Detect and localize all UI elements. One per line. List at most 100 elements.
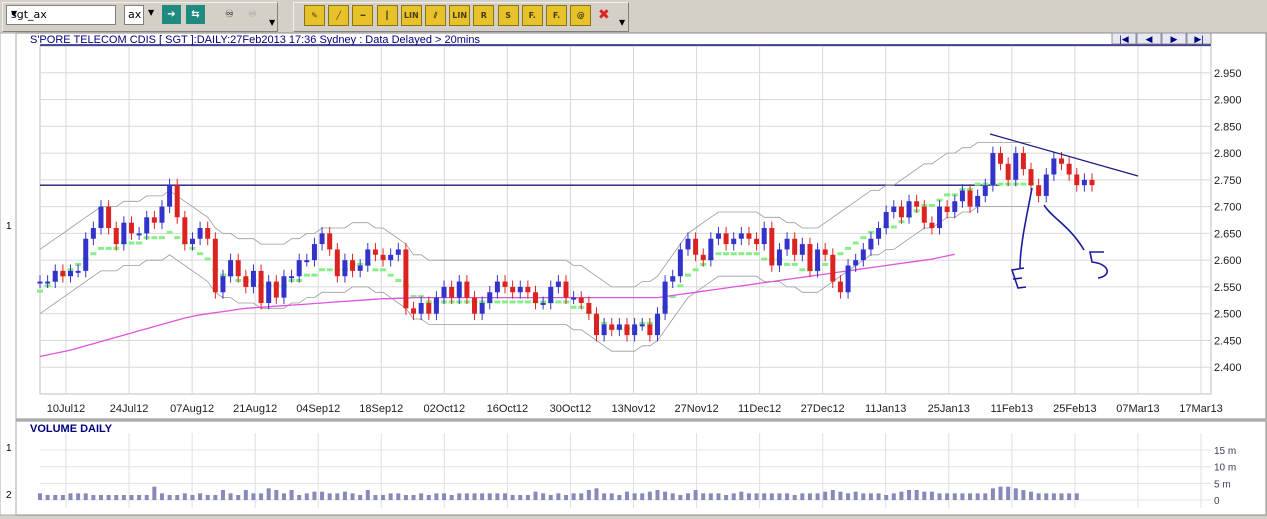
volume-bar: [754, 493, 759, 500]
candle-body: [944, 206, 950, 212]
volume-title: VOLUME DAILY: [30, 423, 113, 435]
nav-prev-icon[interactable]: ◀: [1146, 34, 1153, 44]
volume-bar: [411, 495, 416, 500]
candle-body: [75, 270, 81, 273]
toolbar: sgt_ax ▼ ax ▼ ➔ ⇆ ♾ ♾ ▼ ✎ ╱ ━ ┃ LIN ⫽ LIN R S F. F. @ ✖…: [0, 0, 1267, 32]
y-tick-label: 2.600: [1214, 255, 1242, 267]
volume-bar: [472, 493, 477, 500]
indicator-band-dash: [380, 268, 387, 272]
candle-body: [411, 308, 417, 314]
candle-body: [1005, 163, 1011, 180]
candle-body: [90, 228, 96, 239]
volume-bar: [678, 495, 683, 500]
x-tick-label: 13Nov12: [611, 403, 655, 415]
horizontal-line-tool-icon[interactable]: ━: [352, 5, 374, 26]
candle-body: [754, 238, 760, 245]
candle-body: [67, 270, 73, 277]
indicator-band-dash: [974, 182, 981, 186]
chevron-down-icon[interactable]: ▼: [11, 9, 112, 18]
candle-body: [228, 260, 234, 277]
chevron-down-icon[interactable]: ▼: [619, 18, 625, 27]
indicator-band-dash: [1020, 182, 1027, 186]
candle-body: [845, 265, 851, 293]
x-tick-label: 24Jul12: [110, 403, 149, 415]
indicator-band-dash: [326, 268, 333, 272]
volume-bar: [167, 495, 172, 500]
volume-bar: [320, 491, 325, 500]
volume-panel: [15, 420, 1267, 516]
fib-extension-tool-icon[interactable]: F.: [546, 5, 567, 26]
candle-body: [1059, 158, 1065, 164]
indicator-band-dash: [128, 241, 135, 245]
r-tool-icon[interactable]: R: [473, 5, 495, 26]
volume-bar: [884, 495, 889, 500]
candle-body: [647, 324, 653, 336]
volume-bar: [38, 493, 42, 500]
go-arrow-icon[interactable]: ➔: [162, 5, 181, 24]
candle-body: [868, 238, 874, 250]
trendline-tool-icon[interactable]: ╱: [328, 5, 350, 26]
candle-body: [967, 190, 973, 207]
volume-bar: [617, 495, 622, 500]
nav-next-icon[interactable]: ▶: [1171, 34, 1178, 44]
indicator-band-dash: [197, 252, 204, 256]
indicator-band-dash: [684, 273, 691, 277]
candle-body: [632, 324, 638, 336]
volume-bar: [769, 493, 774, 500]
text-tool-icon[interactable]: @: [570, 5, 592, 26]
volume-bar: [907, 490, 912, 500]
volume-bar: [968, 493, 973, 500]
fib-retracement-tool-icon[interactable]: F.: [521, 5, 543, 26]
candle-body: [784, 238, 790, 250]
indicator-band-dash: [761, 257, 768, 261]
chevron-down-icon[interactable]: ▼: [148, 8, 154, 17]
candle-body: [891, 206, 897, 212]
delete-tool-icon[interactable]: ✖: [594, 5, 613, 24]
volume-bar: [899, 491, 904, 500]
s-tool-icon[interactable]: S: [497, 5, 519, 26]
refresh-arrows-icon[interactable]: ⇆: [186, 5, 205, 24]
candle-body: [167, 185, 173, 207]
volume-bar: [861, 493, 866, 500]
volume-bar: [846, 493, 851, 500]
volume-bar: [914, 490, 919, 500]
volume-bar: [739, 491, 744, 500]
candle-body: [876, 228, 882, 239]
binoculars-disabled-icon[interactable]: ♾: [243, 5, 262, 24]
candle-body: [929, 222, 935, 229]
symbol-select[interactable]: sgt_ax ▼: [6, 5, 116, 25]
volume-bar: [777, 493, 782, 500]
candle-body: [670, 276, 676, 282]
indicator-band-dash: [730, 252, 737, 256]
candle-body: [479, 302, 485, 314]
candle-body: [258, 270, 264, 303]
price-chart-area[interactable]: 2.400 2.450 2.500 2.550 2.600 2.650 2.700 2.750…: [0, 32, 1267, 519]
chevron-down-icon[interactable]: ▼: [269, 18, 275, 27]
lin-channel-tool-icon[interactable]: LIN: [449, 5, 471, 26]
volume-bar: [998, 486, 1003, 500]
candle-body: [403, 249, 409, 309]
binoculars-icon[interactable]: ♾: [220, 5, 239, 24]
parallel-lines-tool-icon[interactable]: ⫽: [425, 5, 446, 26]
nav-first-icon[interactable]: |◀: [1119, 34, 1128, 44]
indicator-band-dash: [799, 268, 806, 272]
volume-bar: [91, 495, 96, 500]
x-tick-label: 18Sep12: [359, 403, 403, 415]
volume-bar: [586, 490, 591, 500]
candle-body: [106, 206, 112, 229]
lin-tool-icon[interactable]: LIN: [400, 5, 422, 26]
exchange-select[interactable]: ax: [124, 5, 144, 25]
y-tick-label: 2.450: [1214, 335, 1242, 347]
indicator-band-dash: [822, 262, 829, 266]
nav-last-icon[interactable]: ▶|: [1194, 34, 1203, 44]
indicator-band-dash: [319, 268, 326, 272]
volume-bar: [457, 493, 462, 500]
vertical-line-tool-icon[interactable]: ┃: [376, 5, 398, 26]
volume-bar: [327, 493, 332, 500]
x-tick-label: 11Feb13: [991, 403, 1034, 415]
pencil-tool-icon[interactable]: ✎: [304, 5, 325, 26]
volume-bar: [564, 495, 568, 500]
volume-bar: [945, 493, 950, 500]
volume-bar: [640, 493, 645, 500]
candle-body: [502, 281, 508, 287]
